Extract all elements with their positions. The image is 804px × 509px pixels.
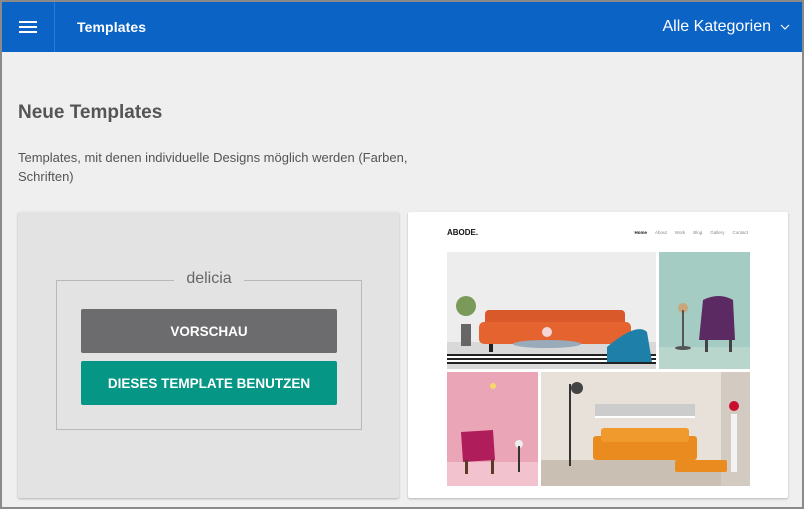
- menu-button[interactable]: [2, 2, 55, 52]
- category-select-label: Alle Kategorien: [662, 18, 771, 35]
- section-description: Templates, mit denen individuelle Design…: [18, 150, 408, 184]
- category-select[interactable]: Alle Kategorien: [662, 2, 790, 52]
- preview-nav-item: Blog: [693, 230, 703, 235]
- template-fieldset: delicia VORSCHAU DIESES TEMPLATE BENUTZE…: [56, 270, 362, 430]
- template-preview-card[interactable]: ABODE. Home About Work Blog Gallery Cont…: [408, 212, 788, 498]
- preview-button[interactable]: VORSCHAU: [81, 309, 337, 353]
- preview-image-pink-room: [447, 372, 538, 486]
- chevron-down-icon: [780, 24, 790, 30]
- top-app-bar: Templates Alle Kategorien: [2, 2, 802, 52]
- template-name: delicia: [174, 270, 244, 287]
- use-template-button[interactable]: DIESES TEMPLATE BENUTZEN: [81, 361, 337, 405]
- preview-logo: ABODE.: [447, 228, 479, 237]
- preview-image-sofa: [447, 252, 656, 369]
- preview-nav-item: Contact: [732, 230, 748, 235]
- preview-image-chair: [659, 252, 750, 369]
- app-window: Templates Alle Kategorien Neue Templates…: [0, 0, 804, 509]
- hamburger-icon: [19, 20, 37, 34]
- preview-image-living-room: [541, 372, 750, 486]
- app-title: Templates: [77, 19, 147, 35]
- preview-nav-item: About: [655, 230, 667, 235]
- preview-nav: Home About Work Blog Gallery Contact: [635, 230, 749, 235]
- preview-nav-item: Home: [634, 230, 648, 235]
- preview-nav-item: Gallery: [710, 230, 725, 235]
- preview-nav-item: Work: [674, 230, 686, 235]
- template-card: delicia VORSCHAU DIESES TEMPLATE BENUTZE…: [18, 212, 399, 498]
- section-title: Neue Templates: [18, 102, 163, 123]
